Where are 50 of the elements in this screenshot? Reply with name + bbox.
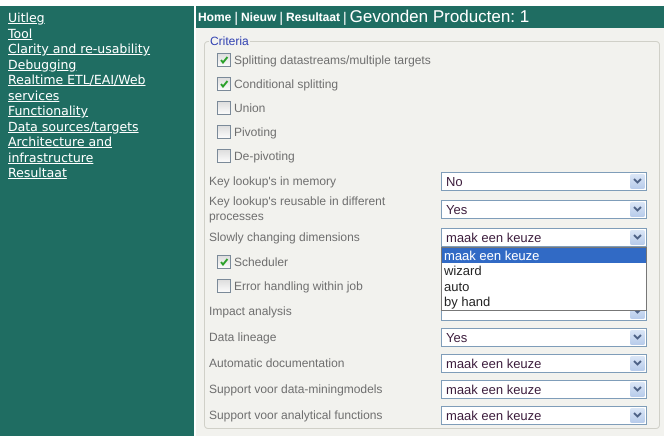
separator: |	[234, 9, 238, 25]
dropdown-field[interactable]: Yes	[441, 200, 647, 218]
page-title: Gevonden Producten: 1	[350, 7, 530, 27]
dropdown-option[interactable]: maak een keuze	[442, 248, 646, 263]
field-label: Automatic documentation	[209, 356, 346, 370]
dropdown-option[interactable]: wizard	[442, 263, 646, 278]
panel-legend: Criteria	[209, 34, 250, 48]
field-label: Support voor analytical functions	[209, 408, 384, 422]
sidebar-link[interactable]: Uitleg	[8, 10, 45, 26]
sidebar-link[interactable]: Realtime ETL/EAI/Web services	[8, 72, 190, 103]
dropdown-field[interactable]: Yes	[441, 328, 647, 346]
field-label: Data lineage	[209, 330, 278, 344]
field-label: Key lookup's in memory	[209, 174, 338, 188]
nav-link[interactable]: Home	[198, 10, 232, 24]
checkbox-label: Union	[234, 101, 266, 115]
separator: |	[279, 9, 283, 25]
sidebar-link[interactable]: Architecture and infrastructure	[8, 134, 190, 165]
checkbox-label: Pivoting	[234, 125, 277, 139]
sidebar-link[interactable]: Debugging	[8, 56, 76, 72]
checkbox-label: Splitting datastreams/multiple targets	[234, 53, 431, 67]
checkbox[interactable]	[217, 101, 231, 115]
checkbox[interactable]	[217, 53, 231, 67]
checkbox-label: Conditional splitting	[234, 77, 338, 91]
field-label: Slowly changing dimensions	[209, 230, 361, 244]
dropdown-field[interactable]: maak een keuze	[441, 406, 647, 424]
field-label: Impact analysis	[209, 304, 293, 318]
checkbox[interactable]	[217, 125, 231, 139]
dropdown-option[interactable]: by hand	[442, 294, 646, 310]
sidebar-link[interactable]: Clarity and re-usability	[8, 41, 150, 56]
sidebar-link[interactable]: Functionality	[8, 103, 88, 118]
checkbox-label: De-pivoting	[234, 149, 295, 163]
checkbox[interactable]	[217, 279, 231, 293]
checkbox[interactable]	[217, 149, 231, 163]
nav-link[interactable]: Nieuw	[240, 10, 276, 24]
dropdown-field[interactable]: maak een keuze	[441, 380, 647, 398]
sidebar-link[interactable]: Tool	[8, 26, 32, 41]
sidebar-link[interactable]: Resultaat	[8, 165, 67, 180]
separator: |	[343, 9, 347, 25]
checkbox[interactable]	[217, 255, 231, 269]
dropdown-field[interactable]: maak een keuze	[441, 228, 647, 246]
dropdown-field[interactable]: maak een keuze	[441, 354, 647, 372]
sidebar-link[interactable]: Data sources/targets	[8, 118, 139, 134]
dropdown-field[interactable]: No	[441, 172, 647, 190]
nav-link[interactable]: Resultaat	[286, 10, 340, 24]
field-label: Key lookup's reusable in different processes	[209, 194, 386, 224]
dropdown-option[interactable]: auto	[442, 278, 646, 294]
checkbox[interactable]	[217, 77, 231, 91]
checkbox-label: Scheduler	[234, 255, 288, 269]
field-label: Support voor data-miningmodels	[209, 382, 384, 396]
checkbox-label: Error handling within job	[234, 279, 363, 293]
